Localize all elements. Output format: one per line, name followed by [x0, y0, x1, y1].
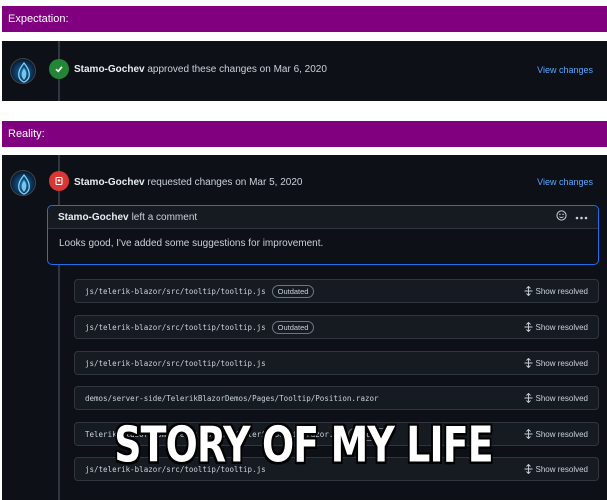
expectation-banner: Expectation: [2, 6, 607, 32]
avatar[interactable] [10, 170, 36, 196]
changes-requested-action: requested changes on Mar 5, 2020 [147, 177, 303, 188]
file-path-link[interactable]: demos/server-side/TelerikBlazorDemos/Pag… [85, 394, 379, 403]
file-thread-row[interactable]: js/telerik-blazor/src/tooltip/tooltip.js… [74, 279, 599, 303]
unfold-icon [524, 393, 533, 403]
comment-header-text: left a comment [131, 211, 198, 223]
avatar[interactable] [10, 58, 36, 84]
outdated-badge: Outdated [271, 320, 315, 334]
expectation-label: Expectation: [8, 13, 69, 25]
view-changes-link[interactable]: View changes [537, 65, 593, 75]
unfold-icon [524, 358, 533, 368]
show-resolved-button[interactable]: Show resolved [524, 286, 588, 296]
reality-banner: Reality: [2, 121, 607, 147]
file-path-link[interactable]: js/telerik-blazor/src/tooltip/tooltip.js [85, 323, 266, 332]
unfold-icon [524, 322, 533, 332]
changes-requested-icon [49, 171, 69, 191]
approved-check-icon [49, 59, 69, 79]
comment-header: Stamo-Gochev left a comment [48, 206, 598, 229]
show-resolved-button[interactable]: Show resolved [524, 358, 588, 368]
review-comment: Stamo-Gochev left a comment Looks good, [47, 205, 599, 265]
meme-caption: STORY OF MY LIFE [114, 416, 493, 475]
outdated-badge: Outdated [271, 284, 315, 298]
expectation-review-panel: Stamo-Gochev approved these changes on M… [2, 41, 607, 101]
show-resolved-button[interactable]: Show resolved [524, 322, 588, 332]
view-changes-link[interactable]: View changes [537, 177, 593, 187]
show-resolved-button[interactable]: Show resolved [524, 393, 588, 403]
comment-body: Looks good, I've added some suggestions … [59, 238, 324, 249]
reality-label: Reality: [8, 128, 45, 140]
changes-requested-event-text: Stamo-Gochev requested changes on Mar 5,… [74, 177, 302, 188]
file-path-link[interactable]: js/telerik-blazor/src/tooltip/tooltip.js [85, 359, 266, 368]
author-link[interactable]: Stamo-Gochev [74, 177, 145, 188]
file-thread-row[interactable]: demos/server-side/TelerikBlazorDemos/Pag… [74, 386, 599, 410]
author-link[interactable]: Stamo-Gochev [74, 64, 145, 75]
file-path-link[interactable]: js/telerik-blazor/src/tooltip/tooltip.js [85, 287, 266, 296]
show-resolved-label: Show resolved [535, 393, 588, 403]
show-resolved-label: Show resolved [535, 286, 588, 296]
unfold-icon [524, 286, 533, 296]
comment-author-link[interactable]: Stamo-Gochev [58, 212, 129, 223]
file-thread-row[interactable]: js/telerik-blazor/src/tooltip/tooltip.js… [74, 315, 599, 339]
show-resolved-label: Show resolved [535, 358, 588, 368]
file-thread-row[interactable]: js/telerik-blazor/src/tooltip/tooltip.js… [74, 351, 599, 375]
approval-event-text: Stamo-Gochev approved these changes on M… [74, 64, 327, 75]
show-resolved-label: Show resolved [535, 322, 588, 332]
smiley-icon[interactable] [556, 210, 567, 224]
kebab-menu-icon[interactable] [575, 212, 588, 223]
approval-action: approved these changes on Mar 6, 2020 [147, 64, 327, 75]
